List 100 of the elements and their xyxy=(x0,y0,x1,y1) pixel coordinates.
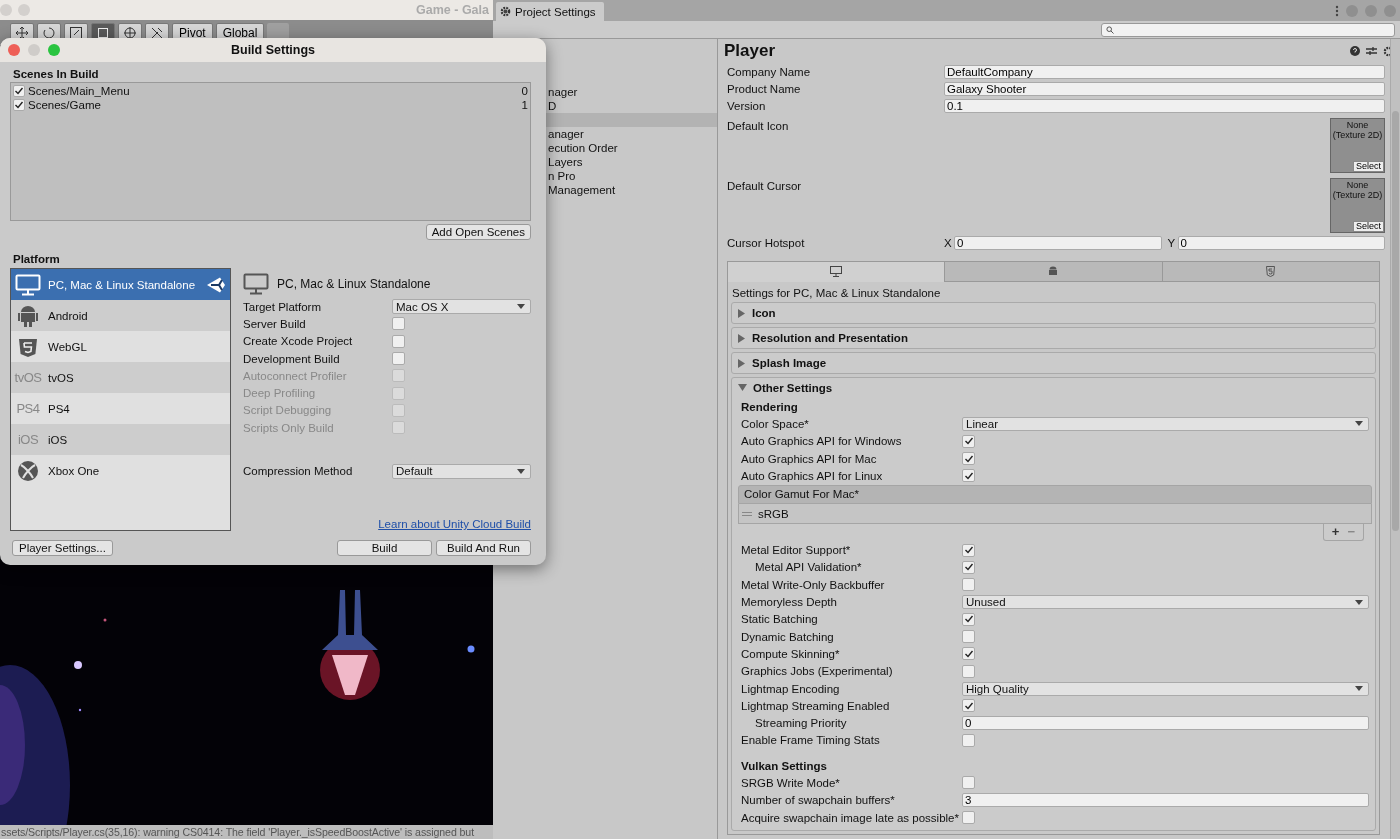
monitor-icon xyxy=(243,273,269,295)
checkbox[interactable] xyxy=(962,560,975,574)
axis-label: Y xyxy=(1167,236,1177,249)
texture-slot[interactable]: None (Texture 2D) Select xyxy=(1330,178,1385,233)
setting-label: Lightmap Streaming Enabled xyxy=(741,699,891,712)
select-button[interactable]: Select xyxy=(1353,221,1384,232)
list-button[interactable]: + xyxy=(1329,524,1342,541)
dropdown[interactable]: Unused xyxy=(962,595,1369,609)
cloud-build-link[interactable]: Learn about Unity Cloud Build xyxy=(378,518,531,530)
scrollbar-thumb[interactable] xyxy=(1392,111,1399,531)
checkbox[interactable] xyxy=(392,352,405,366)
window-control-icon[interactable] xyxy=(0,4,12,16)
setting-label: Graphics Jobs (Experimental) xyxy=(741,665,894,678)
checkbox[interactable] xyxy=(962,811,975,825)
field-label: Company Name xyxy=(727,65,812,78)
window-tab[interactable]: Project Settings xyxy=(496,2,604,21)
build-button[interactable]: Build And Run xyxy=(436,540,531,556)
platform-tab[interactable] xyxy=(1161,262,1379,282)
setting-label: Metal Editor Support* xyxy=(741,544,852,557)
caret-icon xyxy=(517,304,525,310)
dropdown[interactable]: High Quality xyxy=(962,681,1369,696)
platform-item[interactable]: PS4 PS4 xyxy=(11,393,230,424)
axis-label: X xyxy=(944,236,953,249)
checkbox[interactable] xyxy=(962,578,975,592)
text-field[interactable]: 0.1 xyxy=(944,98,1385,113)
checkbox[interactable] xyxy=(962,434,975,448)
setting-label: Memoryless Depth xyxy=(741,596,838,608)
number-field[interactable]: 0 xyxy=(954,235,1162,250)
dropdown[interactable]: Mac OS X xyxy=(392,299,531,315)
drag-handle-icon[interactable] xyxy=(742,512,752,516)
platform-item[interactable]: Xbox One xyxy=(11,455,230,486)
monitor-icon xyxy=(15,273,41,296)
checkbox[interactable] xyxy=(962,543,975,557)
checkbox[interactable] xyxy=(962,776,975,790)
checkbox[interactable] xyxy=(962,664,975,678)
checkbox[interactable] xyxy=(13,85,25,97)
platform-item[interactable]: Android xyxy=(11,300,230,331)
checkbox[interactable] xyxy=(962,612,975,626)
setting-label: Metal Write-Only Backbuffer xyxy=(741,578,886,591)
list-item[interactable]: sRGB xyxy=(758,508,789,520)
section-header[interactable]: Icon xyxy=(732,303,1375,323)
field-label: Product Name xyxy=(727,82,802,95)
checkbox[interactable] xyxy=(962,699,975,713)
platform-logo: iOS xyxy=(17,432,39,447)
checkbox[interactable] xyxy=(962,452,975,466)
setting-label: Compute Skinning* xyxy=(741,647,841,660)
dropdown[interactable]: Default xyxy=(392,463,531,479)
text-field[interactable]: Galaxy Shooter xyxy=(944,81,1385,96)
checkbox[interactable] xyxy=(392,317,405,331)
number-field[interactable]: 3 xyxy=(962,793,1369,808)
setting-label: Auto Graphics API for Mac xyxy=(741,452,878,465)
checkbox[interactable] xyxy=(13,99,25,111)
sliders-icon[interactable] xyxy=(1366,46,1377,56)
setting-label: Acquire swapchain image late as possible* xyxy=(741,811,960,824)
group-heading: Vulkan Settings xyxy=(741,758,828,774)
more-icon[interactable] xyxy=(1335,4,1339,17)
checkbox[interactable] xyxy=(962,733,975,747)
checkbox[interactable] xyxy=(962,469,975,483)
minimize-icon[interactable] xyxy=(28,44,40,56)
select-button[interactable]: Select xyxy=(1353,161,1384,172)
option-label: Deep Profiling xyxy=(243,387,317,400)
close-icon[interactable] xyxy=(8,44,20,56)
console-message: ssets/Scripts/Player.cs(35,16): warning CS0414: The field 'Player._isSpeedBoostActive' is assigned but xyxy=(0,825,493,839)
setting-label: Color Space* xyxy=(741,417,810,430)
add-open-scenes-button[interactable]: Add Open Scenes xyxy=(425,224,531,240)
slot-text: None (Texture 2D) xyxy=(1331,119,1384,142)
checkbox[interactable] xyxy=(962,630,975,644)
scene-name[interactable]: Scenes/Game xyxy=(28,99,101,111)
group-heading: Rendering xyxy=(741,399,799,415)
setting-label: Streaming Priority xyxy=(754,717,848,730)
number-field[interactable]: 0 xyxy=(962,716,1369,731)
player-settings-button[interactable]: Player Settings... xyxy=(12,540,113,556)
search-field[interactable] xyxy=(1101,22,1395,37)
build-button[interactable]: Build xyxy=(337,540,432,556)
number-field[interactable]: 0 xyxy=(1177,235,1385,250)
option-label: Target Platform xyxy=(243,300,322,313)
text-field[interactable]: DefaultCompany xyxy=(944,64,1385,79)
platform-item[interactable]: WebGL xyxy=(11,331,230,362)
html5-icon xyxy=(1266,266,1276,277)
option-label: Create Xcode Project xyxy=(243,335,354,348)
scene-index: 1 xyxy=(521,99,528,111)
section-header[interactable]: Splash Image xyxy=(732,353,1375,373)
window-title: Build Settings xyxy=(231,43,315,57)
checkbox[interactable] xyxy=(392,334,405,348)
section-header[interactable]: Resolution and Presentation xyxy=(732,328,1375,348)
platform-item[interactable]: iOS iOS xyxy=(11,424,230,455)
checkbox[interactable] xyxy=(962,647,975,661)
platform-item[interactable]: PC, Mac & Linux Standalone xyxy=(11,269,230,300)
platform-title: PC, Mac & Linux Standalone xyxy=(277,277,431,291)
zoom-icon[interactable] xyxy=(48,44,60,56)
platform-tab[interactable] xyxy=(944,262,1162,282)
setting-label: Number of swapchain buffers* xyxy=(741,794,896,807)
section-header[interactable]: Other Settings xyxy=(732,378,1375,398)
window-control-icon[interactable] xyxy=(18,4,30,16)
scene-name[interactable]: Scenes/Main_Menu xyxy=(28,85,130,97)
section-heading: Platform xyxy=(12,252,61,266)
texture-slot[interactable]: None (Texture 2D) Select xyxy=(1330,118,1385,173)
dropdown[interactable]: Linear xyxy=(962,416,1369,431)
help-icon[interactable] xyxy=(1350,46,1360,56)
platform-item[interactable]: tvOS tvOS xyxy=(11,362,230,393)
